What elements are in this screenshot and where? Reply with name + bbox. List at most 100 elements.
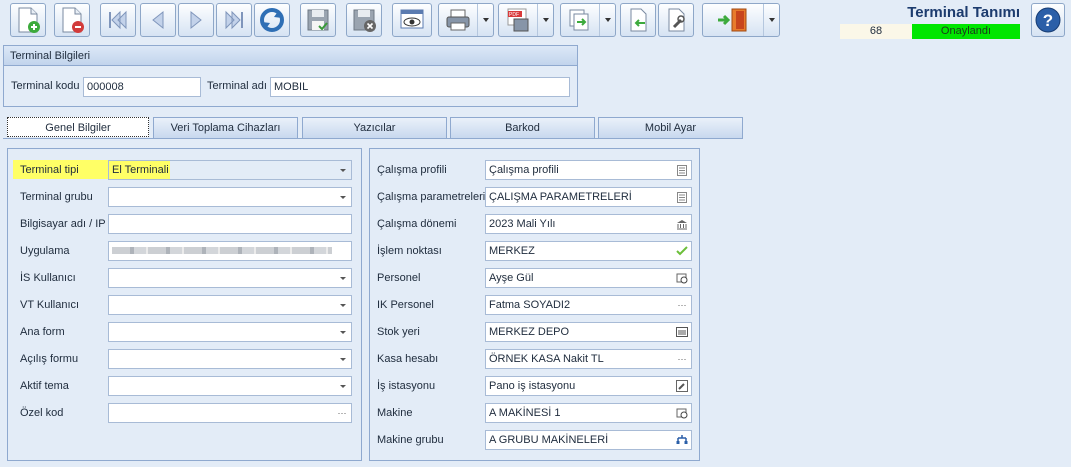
field-value: A GRUBU MAKİNELERİ bbox=[489, 434, 609, 446]
list-icon[interactable] bbox=[674, 162, 690, 178]
tools-button[interactable] bbox=[658, 3, 694, 37]
main-form-select[interactable] bbox=[108, 322, 352, 342]
save-button[interactable] bbox=[300, 3, 336, 37]
field-label: VT Kullanıcı bbox=[20, 299, 80, 311]
new-record-button[interactable] bbox=[10, 3, 46, 37]
cash-account-lookup[interactable]: ÖRNEK KASA Nakit TL ··· bbox=[485, 349, 692, 369]
field-label: Çalışma dönemi bbox=[377, 218, 457, 230]
field-value: Pano iş istasyonu bbox=[489, 380, 576, 392]
chevron-down-icon[interactable] bbox=[335, 323, 351, 341]
export-pdf-button[interactable]: PDF bbox=[498, 3, 554, 37]
check-icon[interactable] bbox=[674, 243, 690, 259]
ellipsis-icon[interactable]: ··· bbox=[674, 297, 690, 313]
operation-point-lookup[interactable]: MERKEZ bbox=[485, 241, 692, 261]
work-params-lookup[interactable]: ÇALIŞMA PARAMETRELERİ bbox=[485, 187, 692, 207]
terminal-name-label: Terminal adı bbox=[207, 80, 267, 92]
print-dropdown-arrow[interactable] bbox=[477, 4, 493, 36]
transfer-dropdown-arrow[interactable] bbox=[599, 4, 615, 36]
machine-lookup[interactable]: A MAKİNESİ 1 bbox=[485, 403, 692, 423]
chevron-down-icon[interactable] bbox=[335, 377, 351, 395]
opening-form-select[interactable] bbox=[108, 349, 352, 369]
field-label: Terminal tipi bbox=[20, 164, 79, 176]
chevron-down-icon[interactable] bbox=[335, 350, 351, 368]
refresh-icon bbox=[260, 8, 284, 32]
import-icon bbox=[630, 8, 647, 32]
computer-ip-input[interactable] bbox=[108, 214, 352, 234]
chevron-down-icon[interactable] bbox=[335, 269, 351, 287]
printer-icon bbox=[446, 9, 470, 31]
terminal-tipi-select[interactable]: El Terminali bbox=[108, 160, 352, 180]
preview-button[interactable] bbox=[392, 3, 432, 37]
exit-dropdown-arrow[interactable] bbox=[763, 4, 779, 36]
save-close-icon bbox=[353, 9, 376, 32]
chevron-down-icon[interactable] bbox=[335, 161, 351, 179]
window-title: Terminal Tanımı bbox=[907, 4, 1020, 21]
tools-icon[interactable] bbox=[674, 378, 690, 394]
transfer-button[interactable] bbox=[560, 3, 616, 37]
field-value: MERKEZ DEPO bbox=[489, 326, 570, 338]
active-theme-select[interactable] bbox=[108, 376, 352, 396]
application-input[interactable] bbox=[108, 241, 352, 261]
tab-genel-bilgiler[interactable]: Genel Bilgiler bbox=[7, 117, 149, 137]
machine-icon[interactable] bbox=[674, 405, 690, 421]
tab-veri-toplama[interactable]: Veri Toplama Cihazları bbox=[153, 117, 298, 138]
terminal-code-input[interactable]: 000008 bbox=[83, 77, 201, 97]
field-label: Çalışma parametreleri bbox=[377, 191, 486, 203]
group-title: Terminal Bilgileri bbox=[4, 46, 577, 66]
field-label: Makine grubu bbox=[377, 434, 444, 446]
ellipsis-icon[interactable]: ··· bbox=[674, 351, 690, 367]
workstation-lookup[interactable]: Pano iş istasyonu bbox=[485, 376, 692, 396]
svg-text:PDF: PDF bbox=[509, 12, 519, 18]
tab-yazicilar[interactable]: Yazıcılar bbox=[302, 117, 447, 138]
work-period-lookup[interactable]: 2023 Mali Yılı bbox=[485, 214, 692, 234]
field-value: MERKEZ bbox=[489, 245, 535, 257]
wrench-icon bbox=[668, 8, 685, 32]
vt-user-select[interactable] bbox=[108, 295, 352, 315]
status-badge: Onaylandı bbox=[912, 24, 1020, 39]
window-title-box: Terminal Tanımı bbox=[840, 4, 1020, 21]
is-user-select[interactable] bbox=[108, 268, 352, 288]
print-button[interactable] bbox=[438, 3, 494, 37]
first-record-button[interactable] bbox=[100, 3, 136, 37]
pdf-dropdown-arrow[interactable] bbox=[537, 4, 553, 36]
import-button[interactable] bbox=[620, 3, 656, 37]
machine-group-lookup[interactable]: A GRUBU MAKİNELERİ bbox=[485, 430, 692, 450]
field-label: İS Kullanıcı bbox=[20, 272, 76, 284]
tab-mobil-ayar[interactable]: Mobil Ayar bbox=[598, 117, 743, 138]
chevron-down-icon[interactable] bbox=[335, 188, 351, 206]
chevron-down-icon[interactable] bbox=[335, 296, 351, 314]
list-icon[interactable] bbox=[674, 189, 690, 205]
tab-barkod[interactable]: Barkod bbox=[450, 117, 595, 138]
terminal-name-input[interactable]: MOBIL bbox=[270, 77, 570, 97]
bank-icon[interactable] bbox=[674, 216, 690, 232]
refresh-button[interactable] bbox=[254, 3, 290, 37]
doc-plus-icon bbox=[18, 7, 40, 33]
help-button[interactable]: ? bbox=[1031, 3, 1065, 37]
next-arrow-icon bbox=[190, 10, 202, 30]
field-value: 2023 Mali Yılı bbox=[489, 218, 556, 230]
save-close-button[interactable] bbox=[346, 3, 382, 37]
field-value: ÇALIŞMA PARAMETRELERİ bbox=[489, 191, 632, 203]
svg-text:?: ? bbox=[1043, 11, 1053, 30]
tab-strip-line bbox=[3, 138, 743, 139]
stock-location-lookup[interactable]: MERKEZ DEPO bbox=[485, 322, 692, 342]
last-record-button[interactable] bbox=[216, 3, 252, 37]
warehouse-icon[interactable] bbox=[674, 324, 690, 340]
personnel-lookup[interactable]: Ayşe Gül bbox=[485, 268, 692, 288]
work-profile-lookup[interactable]: Çalışma profili bbox=[485, 160, 692, 180]
person-icon[interactable] bbox=[674, 270, 690, 286]
terminal-grubu-select[interactable] bbox=[108, 187, 352, 207]
exit-button[interactable] bbox=[702, 3, 780, 37]
field-label: IK Personel bbox=[377, 299, 434, 311]
next-record-button[interactable] bbox=[178, 3, 214, 37]
group-icon[interactable] bbox=[674, 432, 690, 448]
ellipsis-icon[interactable]: ··· bbox=[334, 405, 350, 421]
field-label: Uygulama bbox=[20, 245, 70, 257]
special-code-input[interactable]: ··· bbox=[108, 403, 352, 423]
delete-record-button[interactable] bbox=[54, 3, 90, 37]
field-label: İş istasyonu bbox=[377, 380, 436, 392]
field-label: Açılış formu bbox=[20, 353, 79, 365]
field-label: Özel kod bbox=[20, 407, 64, 419]
previous-record-button[interactable] bbox=[140, 3, 176, 37]
hr-personnel-lookup[interactable]: Fatma SOYADI2 ··· bbox=[485, 295, 692, 315]
